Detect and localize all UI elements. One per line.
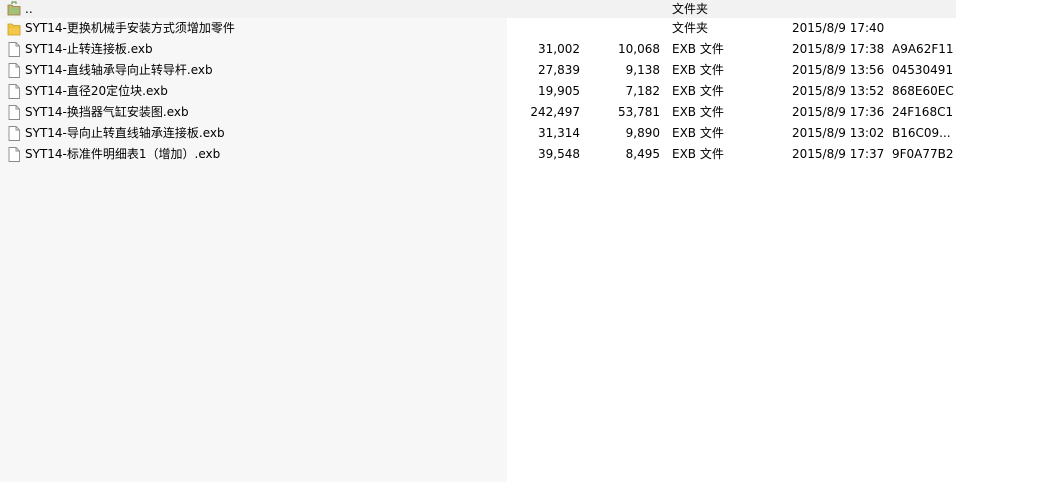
file-modified: 2015/8/9 13:52 bbox=[792, 84, 885, 98]
parent-folder-type: 文件夹 bbox=[672, 2, 709, 16]
file-name: SYT14-直线轴承导向止转导杆.exb bbox=[25, 63, 213, 77]
file-icon bbox=[8, 42, 20, 57]
file-type: EXB 文件 bbox=[672, 42, 724, 56]
list-item[interactable]: SYT14-导向止转直线轴承连接板.exb 31,314 9,890 EXB 文… bbox=[0, 123, 956, 144]
file-list: .. 文件夹 SYT14-更换机械手安装方式须增加零件 文件夹 2015/8/9… bbox=[0, 0, 956, 165]
file-icon bbox=[8, 63, 20, 78]
file-size: 242,497 bbox=[530, 105, 580, 119]
file-size: 31,314 bbox=[538, 126, 580, 140]
list-item[interactable]: SYT14-止转连接板.exb 31,002 10,068 EXB 文件 201… bbox=[0, 39, 956, 60]
file-list-window: .. 文件夹 SYT14-更换机械手安装方式须增加零件 文件夹 2015/8/9… bbox=[0, 0, 1054, 482]
file-packed-size: 9,138 bbox=[625, 63, 660, 77]
file-packed-size: 10,068 bbox=[618, 42, 660, 56]
file-packed-size: 8,495 bbox=[625, 147, 660, 161]
file-modified: 2015/8/9 13:56 bbox=[792, 63, 885, 77]
file-packed-size: 9,890 bbox=[625, 126, 660, 140]
file-name: SYT14-导向止转直线轴承连接板.exb bbox=[25, 126, 225, 140]
file-icon bbox=[8, 147, 20, 162]
file-type: EXB 文件 bbox=[672, 84, 724, 98]
parent-folder-label: .. bbox=[25, 2, 33, 16]
file-modified: 2015/8/9 17:38 bbox=[792, 42, 885, 56]
file-icon bbox=[8, 105, 20, 120]
file-crc: 24F168C1 bbox=[892, 105, 954, 119]
file-name: SYT14-直径20定位块.exb bbox=[25, 84, 168, 98]
file-type: EXB 文件 bbox=[672, 126, 724, 140]
file-name: SYT14-标准件明细表1（增加）.exb bbox=[25, 147, 221, 161]
name-column-empty-area bbox=[0, 165, 507, 482]
file-icon bbox=[8, 126, 20, 141]
file-size: 27,839 bbox=[538, 63, 580, 77]
parent-folder-row[interactable]: .. 文件夹 bbox=[0, 0, 956, 18]
file-type: EXB 文件 bbox=[672, 63, 724, 77]
list-item[interactable]: SYT14-直径20定位块.exb 19,905 7,182 EXB 文件 20… bbox=[0, 81, 956, 102]
folder-icon bbox=[7, 23, 21, 36]
list-item[interactable]: SYT14-标准件明细表1（增加）.exb 39,548 8,495 EXB 文… bbox=[0, 144, 956, 165]
file-crc: A9A62F11 bbox=[892, 42, 954, 56]
file-packed-size: 53,781 bbox=[618, 105, 660, 119]
file-crc: 868E60EC bbox=[892, 84, 954, 98]
file-crc: B16C09... bbox=[892, 126, 951, 140]
list-item[interactable]: SYT14-换挡器气缸安装图.exb 242,497 53,781 EXB 文件… bbox=[0, 102, 956, 123]
file-name: SYT14-换挡器气缸安装图.exb bbox=[25, 105, 189, 119]
header-gap bbox=[956, 0, 1054, 18]
file-size: 19,905 bbox=[538, 84, 580, 98]
file-modified: 2015/8/9 17:40 bbox=[792, 21, 885, 35]
file-type: EXB 文件 bbox=[672, 105, 724, 119]
file-size: 39,548 bbox=[538, 147, 580, 161]
file-size: 31,002 bbox=[538, 42, 580, 56]
file-crc: 04530491 bbox=[892, 63, 954, 77]
file-name: SYT14-更换机械手安装方式须增加零件 bbox=[25, 21, 235, 35]
file-modified: 2015/8/9 17:37 bbox=[792, 147, 885, 161]
folder-up-icon bbox=[7, 1, 21, 16]
file-type: 文件夹 bbox=[672, 21, 709, 35]
file-icon bbox=[8, 84, 20, 99]
file-type: EXB 文件 bbox=[672, 147, 724, 161]
list-item[interactable]: SYT14-更换机械手安装方式须增加零件 文件夹 2015/8/9 17:40 bbox=[0, 18, 956, 39]
file-crc: 9F0A77B2 bbox=[892, 147, 954, 161]
file-packed-size: 7,182 bbox=[625, 84, 660, 98]
details-empty-area bbox=[507, 165, 956, 482]
file-modified: 2015/8/9 13:02 bbox=[792, 126, 885, 140]
file-name: SYT14-止转连接板.exb bbox=[25, 42, 153, 56]
file-modified: 2015/8/9 17:36 bbox=[792, 105, 885, 119]
list-item[interactable]: SYT14-直线轴承导向止转导杆.exb 27,839 9,138 EXB 文件… bbox=[0, 60, 956, 81]
